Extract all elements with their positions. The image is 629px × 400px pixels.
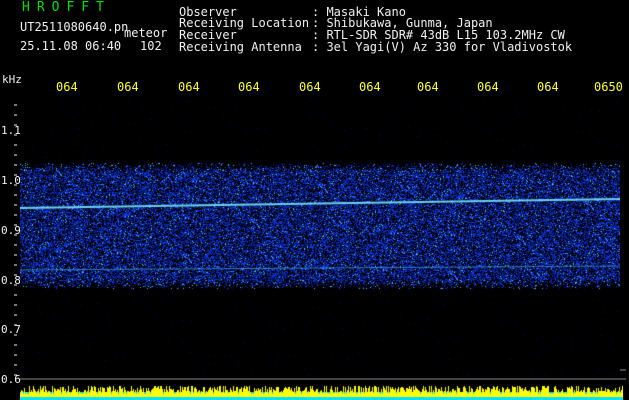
- hrofft-screen: HROFFT UT2511080640.pn meteor 25.11.08 0…: [0, 0, 629, 400]
- spectrogram: [20, 94, 620, 376]
- amplitude-strip: [20, 380, 623, 400]
